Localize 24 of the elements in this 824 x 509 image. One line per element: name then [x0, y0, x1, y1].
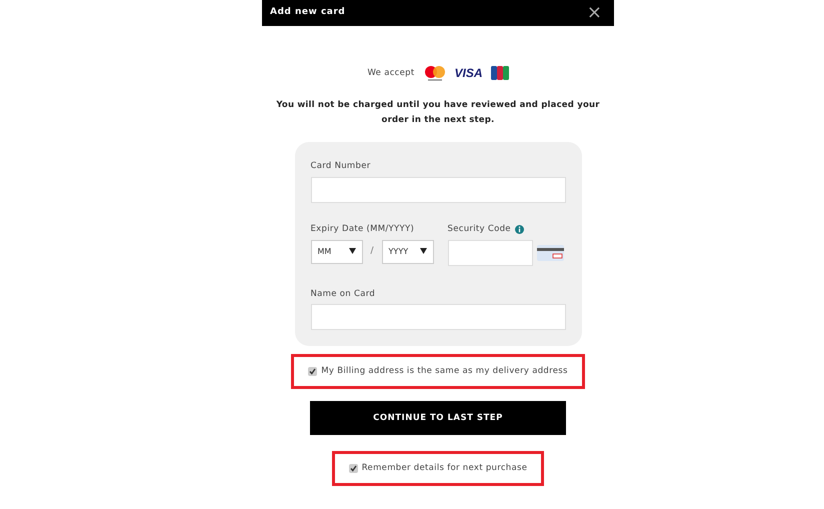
field-label: Card Number — [310, 160, 372, 173]
close-button[interactable]: × — [582, 4, 606, 22]
card-logo-icon — [490, 66, 509, 80]
security-code-field[interactable] — [448, 240, 533, 266]
checkbox-label[interactable]: My Billing address is the same as my delivery address — [321, 365, 568, 378]
field-label: Name on Card — [310, 288, 376, 300]
notice-text: You will not be charged until you have reviewed and placed your order in the next step. — [275, 99, 601, 127]
name-on-card-field[interactable] — [310, 304, 566, 330]
card-back-icon — [536, 244, 564, 260]
checkbox-label[interactable]: Remember details for next purchase — [362, 462, 528, 475]
field-label: Expiry Date (MM/YYYY) — [310, 222, 416, 236]
caret-icon — [420, 248, 427, 254]
separator-text: / — [370, 244, 374, 258]
info-icon[interactable] — [514, 224, 524, 234]
card-logo-icon — [422, 65, 447, 81]
year-select[interactable]: YYYY — [382, 240, 434, 264]
visa-logo: VISA — [454, 65, 483, 82]
continue-button[interactable]: CONTINUE TO LAST STEP — [310, 401, 566, 435]
accept-label: We accept — [367, 66, 415, 80]
field-label: Security Code — [448, 222, 511, 236]
card-number-field[interactable] — [310, 176, 566, 203]
dialog-title: Add new card — [270, 6, 346, 20]
caret-icon — [348, 248, 356, 254]
month-select[interactable]: MM — [310, 240, 362, 264]
